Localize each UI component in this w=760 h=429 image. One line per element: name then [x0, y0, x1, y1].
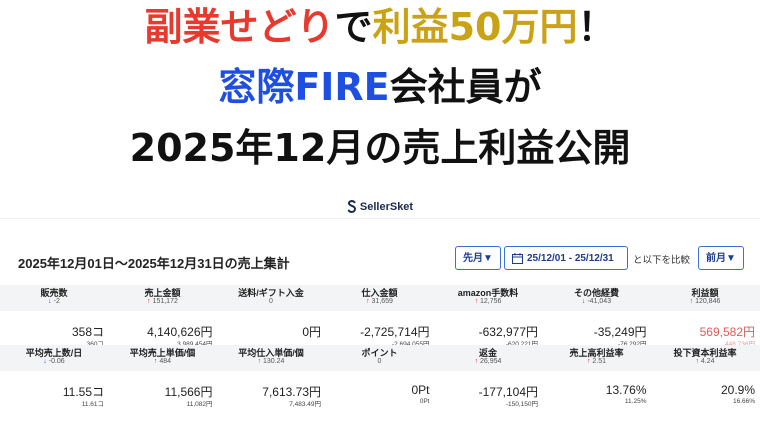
compare-label: と以下を比較	[633, 255, 691, 266]
period-select-button[interactable]: 先月▼	[455, 246, 501, 270]
metric-cell: 平均仕入単価/個 ↑ 130.24 7,613.73円 7,483.49円	[217, 345, 325, 408]
metric-cell: 送料/ギフト入金 0 0円	[217, 285, 325, 343]
metric-delta: ↑ 151,172	[109, 298, 217, 305]
metric-value: 0円	[302, 325, 321, 339]
headline-gold-text: 利益50万円	[372, 5, 578, 49]
metric-delta-value: 4.24	[700, 358, 715, 365]
metric-delta: ↑ 4.24	[651, 358, 759, 365]
brand-label: SellerSket	[0, 200, 760, 213]
metric-delta-value: 151,172	[152, 298, 178, 305]
metric-delta: ↑ 130.24	[217, 358, 325, 365]
metric-delta: 0	[326, 358, 434, 365]
date-range-picker[interactable]: 25/12/01 - 25/12/31	[504, 246, 628, 270]
metric-delta: ↑ 2.51	[543, 358, 651, 365]
metric-cell: 販売数↓ -2358コ360コ	[0, 285, 108, 348]
period-prefix: 先	[463, 253, 474, 264]
period-label: 月▼	[473, 253, 493, 264]
metric-delta-value: 484	[159, 358, 172, 365]
metric-cell: 返金 ↑ 26,954 -177,104円 -150,150円	[434, 345, 542, 408]
metric-delta-value: 26,954	[480, 358, 502, 365]
metric-previous-value: 11,082円	[186, 401, 213, 408]
headline-exclamation: ！	[577, 5, 616, 49]
metric-cell: ポイント 0 0Pt 0Pt	[326, 345, 434, 405]
metric-delta-value: 31,659	[371, 298, 393, 305]
metric-cell: amazon手数料↑ 12,756-632,977円-620,221円	[434, 285, 542, 348]
metric-delta: ↑ 12,756	[434, 298, 542, 305]
metric-delta: 0	[217, 298, 325, 305]
metric-delta-value: -41,043	[587, 298, 612, 305]
metric-delta-value: 0	[377, 358, 382, 365]
metric-previous-value: 16.66%	[732, 398, 755, 405]
metric-delta-value: 12,756	[480, 298, 502, 305]
metric-cell: その他経費↓ -41,043-35,249円-76,292円	[543, 285, 651, 348]
metric-cell: 売上高利益率 ↑ 2.51 13.76% 11.25%	[543, 345, 651, 405]
sellersket-logo-icon	[347, 200, 356, 213]
metric-previous-value: 7,483.49円	[289, 401, 321, 408]
headline-line-3: 2025年12月の売上利益公開	[129, 126, 631, 170]
metrics-row-2: 平均売上数/日 ↓ -0.06 11.55コ 11.61コ 平均売上単価/個 ↑ 484 1…	[0, 345, 760, 408]
metric-delta: ↑ 26,954	[434, 358, 542, 365]
metrics-row-1: 販売数↓ -2358コ360コ売上金額↑ 151,1724,140,626円3,…	[0, 285, 760, 348]
metric-cell: 平均売上数/日 ↓ -0.06 11.55コ 11.61コ	[0, 345, 108, 408]
headline-blue-text: 窓際FIRE	[218, 65, 390, 109]
metric-delta: ↓ -0.06	[0, 358, 108, 365]
metric-value: 0Pt	[411, 383, 430, 397]
metric-cell: 売上金額↑ 151,1724,140,626円3,989,454円	[109, 285, 217, 348]
metric-value: 13.76%	[605, 383, 647, 397]
headline-black-text: で	[334, 5, 373, 49]
metric-delta-value: 2.51	[592, 358, 607, 365]
metric-delta: ↑ 484	[109, 358, 217, 365]
compare-period-button[interactable]: 前月▼	[698, 246, 744, 270]
metric-cell: 仕入金額↑ 31,659-2,725,714円-2,694,055円	[326, 285, 434, 348]
brand-name: SellerSket	[359, 201, 414, 213]
metric-previous-value: 11.61コ	[81, 401, 104, 408]
metric-delta-value: 0	[269, 298, 273, 305]
metric-previous-value: 11.25%	[624, 398, 647, 405]
metric-cell: 平均売上単価/個 ↑ 484 11,566円 11,082円	[109, 345, 217, 408]
headline-line-1: 副業せどりで利益50万円！	[0, 2, 760, 52]
sales-summary-panel: 2025年12月01日〜2025年12月31日の売上集計 先月▼ 25/12/0…	[0, 218, 760, 429]
metric-cell: 投下資本利益率 ↑ 4.24 20.9% 16.66%	[651, 345, 759, 405]
metric-delta: ↑ 31,659	[326, 298, 434, 305]
report-title: 2025年12月01日〜2025年12月31日の売上集計	[18, 256, 290, 271]
metric-delta: ↓ -41,043	[543, 298, 651, 305]
metric-previous-value: -150,150円	[505, 401, 538, 408]
metric-cell: 利益額↑ 120,846569,582円448,736円	[651, 285, 759, 348]
date-range-text: 25/12/01 - 25/12/31	[527, 253, 614, 264]
headline-black-text-2: 会社員が	[389, 65, 542, 109]
metric-delta-value: 120,846	[695, 298, 721, 305]
metric-value: 20.9%	[720, 383, 755, 397]
metric-delta-value: 130.24	[263, 358, 285, 365]
calendar-icon	[512, 253, 523, 264]
metric-delta: ↑ 120,846	[651, 298, 759, 305]
metric-delta-value: -2	[53, 298, 60, 305]
headline-red-text: 副業せどり	[144, 5, 335, 49]
metric-delta: ↓ -2	[0, 298, 108, 305]
headline-line-2: 窓際FIRE会社員が	[0, 62, 760, 112]
metric-previous-value: 0Pt	[419, 398, 430, 405]
metric-delta-value: -0.06	[48, 358, 65, 365]
